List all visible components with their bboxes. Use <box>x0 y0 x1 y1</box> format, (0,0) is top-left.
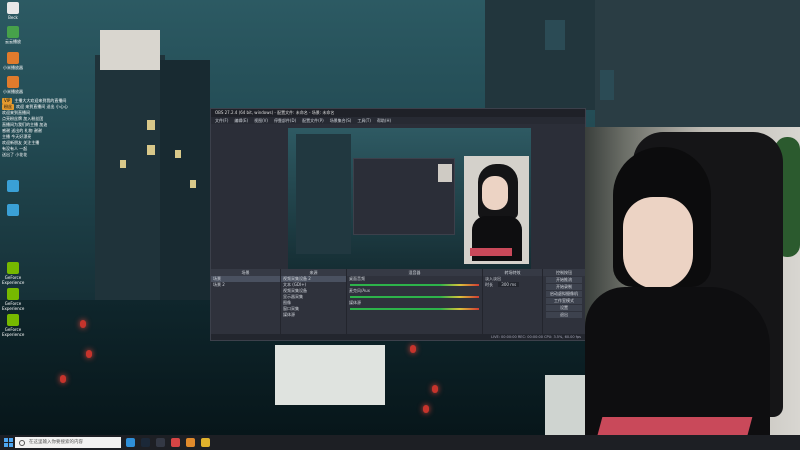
live-chat-overlay: VIP 主播大大欢迎来到我的直播间 粉丝 欢迎 来到直播间 送出 小心心 欢迎来到直播间… <box>2 98 98 158</box>
desktop-icon-label: 小米播放器 <box>3 89 23 94</box>
obs-menu-bar: 文件(F) 编辑(E) 视图(V) 停靠部件(D) 配置文件(P) 场景集合(S) 工具(T… <box>211 117 585 124</box>
wallpaper-building <box>95 55 165 305</box>
obs-menu-item[interactable]: 配置文件(P) <box>302 118 324 123</box>
desktop-icon-label: Beck <box>8 15 18 20</box>
obs-menu-item[interactable]: 场景集合(S) <box>330 118 352 123</box>
edge-icon[interactable] <box>126 438 135 447</box>
obs-menu-item[interactable]: 停靠部件(D) <box>274 118 296 123</box>
app-icon <box>7 76 19 88</box>
desktop-icon[interactable] <box>2 180 24 193</box>
mixer-header: 混音器 <box>347 269 482 276</box>
desktop-icon[interactable] <box>2 204 24 217</box>
desktop-icon[interactable]: GeForce Experience <box>2 314 24 337</box>
desktop-icon[interactable]: Beck <box>2 2 24 20</box>
desktop-icons: Beck 云云播放 小米播放器 小米播放器 GeForce Experience GeFo… <box>0 0 60 340</box>
app-orange-icon[interactable] <box>186 438 195 447</box>
webcam-person-face <box>623 197 693 289</box>
wallpaper-sign <box>100 30 160 70</box>
obs-menu-item[interactable]: 编辑(E) <box>234 118 248 123</box>
transition-duration-label: 时长 <box>485 282 493 287</box>
mixer-dock: 混音器 桌面音频麦克风/Aux 媒体源 <box>347 269 483 337</box>
mixer-volume-meter[interactable] <box>350 296 479 298</box>
obs-icon[interactable] <box>156 438 165 447</box>
obs-status-bar: LIVE: 00:00:00 REC: 00:00:00 CPU: 3.5%, … <box>211 334 585 340</box>
source-item[interactable]: 媒体源 <box>281 312 346 318</box>
sources-dock: 来源 视频采集设备 2 文本 (GDI+) 视频采集设备 显示器采集 图像 窗口采集 媒体源 <box>281 269 347 337</box>
obs-menu-item[interactable]: 帮助(H) <box>377 118 391 123</box>
sources-header: 来源 <box>281 269 346 276</box>
wallpaper-building <box>485 0 595 110</box>
app-icon <box>7 26 19 38</box>
mixer-channel-label: 桌面音频 <box>349 276 365 281</box>
preview-building <box>296 134 351 254</box>
obs-title-bar[interactable]: OBS 27.2.4 (64 bit, windows) - 配置文件: 未命名… <box>211 109 585 117</box>
control-button[interactable]: 退出 <box>546 312 582 318</box>
taskbar: 在这里输入你要搜索的内容 <box>0 435 800 450</box>
desktop-icon-label: 小米播放器 <box>3 65 23 70</box>
transitions-dock: 转场特效 淡入淡出 时长 300 ms <box>483 269 543 337</box>
app-icon <box>7 314 19 326</box>
obs-window[interactable]: OBS 27.2.4 (64 bit, windows) - 配置文件: 未命名… <box>210 108 586 341</box>
app-icon <box>7 204 19 216</box>
scenes-header: 场景 <box>211 269 280 276</box>
desktop-icon-label: GeForce Experience <box>2 301 25 311</box>
desktop-icon[interactable]: 小米播放器 <box>2 76 24 94</box>
obs-preview-canvas[interactable] <box>288 128 531 272</box>
app-icon <box>7 52 19 64</box>
desktop-icon-label: GeForce Experience <box>2 327 25 337</box>
controls-header: 控制按钮 <box>543 269 585 276</box>
control-button[interactable]: 开始录制 <box>546 284 582 290</box>
control-button[interactable]: 工作室模式 <box>546 298 582 304</box>
wallpaper-building <box>160 60 210 300</box>
scene-item[interactable]: 场景 2 <box>211 282 280 288</box>
transition-duration-row: 时长 300 ms <box>483 282 542 288</box>
mixer-channel-label: 媒体源 <box>349 300 361 305</box>
webcam-overlay <box>585 127 800 450</box>
control-button[interactable]: 开始推流 <box>546 277 582 283</box>
taskbar-search-placeholder: 在这里输入你要搜索的内容 <box>29 440 83 445</box>
desktop-icon-label: 云云播放 <box>5 39 21 44</box>
app-red-icon[interactable] <box>171 438 180 447</box>
transition-duration-input[interactable]: 300 ms <box>498 282 520 287</box>
desktop-icon[interactable]: GeForce Experience <box>2 288 24 311</box>
mixer-channel-label: 麦克风/Aux <box>349 288 370 293</box>
desktop-icon[interactable]: 云云播放 <box>2 26 24 44</box>
app-icon <box>7 2 19 14</box>
control-button[interactable]: 启动虚拟摄像机 <box>546 291 582 297</box>
mixer-volume-meter[interactable] <box>350 308 479 310</box>
screen: Beck 云云播放 小米播放器 小米播放器 GeForce Experience GeFo… <box>0 0 800 450</box>
controls-dock: 控制按钮 开始推流 开始录制 启动虚拟摄像机 工作室模式 设置 退出 <box>543 269 585 337</box>
wallpaper-machine <box>545 375 585 435</box>
mixer-volume-meter[interactable] <box>350 284 479 286</box>
preview-nested-webcam <box>438 164 452 182</box>
app-icon <box>7 262 19 274</box>
taskbar-search-input[interactable]: 在这里输入你要搜索的内容 <box>15 437 121 448</box>
wallpaper-building <box>595 0 800 128</box>
wallpaper-boat <box>275 345 385 405</box>
obs-menu-item[interactable]: 视图(V) <box>254 118 268 123</box>
app-yellow-icon[interactable] <box>201 438 210 447</box>
search-icon <box>19 440 25 446</box>
transitions-header: 转场特效 <box>483 269 542 276</box>
steam-icon[interactable] <box>141 438 150 447</box>
obs-menu-item[interactable]: 文件(F) <box>215 118 228 123</box>
desktop-icon[interactable]: GeForce Experience <box>2 262 24 285</box>
obs-menu-item[interactable]: 工具(T) <box>357 118 371 123</box>
control-button[interactable]: 设置 <box>546 305 582 311</box>
app-icon <box>7 288 19 300</box>
windows-start-icon[interactable] <box>4 438 13 447</box>
chat-message: 送出了 小花花 <box>2 152 28 157</box>
app-icon <box>7 180 19 192</box>
scenes-dock: 场景 场景 场景 2 <box>211 269 281 337</box>
desktop-icon[interactable]: 小米播放器 <box>2 52 24 70</box>
obs-docks: 场景 场景 场景 2 来源 视频采集设备 2 文本 (GDI+) 视频采集设备 显示器采… <box>211 269 585 337</box>
preview-webcam <box>464 156 529 264</box>
desktop-icon-label: GeForce Experience <box>2 275 25 285</box>
